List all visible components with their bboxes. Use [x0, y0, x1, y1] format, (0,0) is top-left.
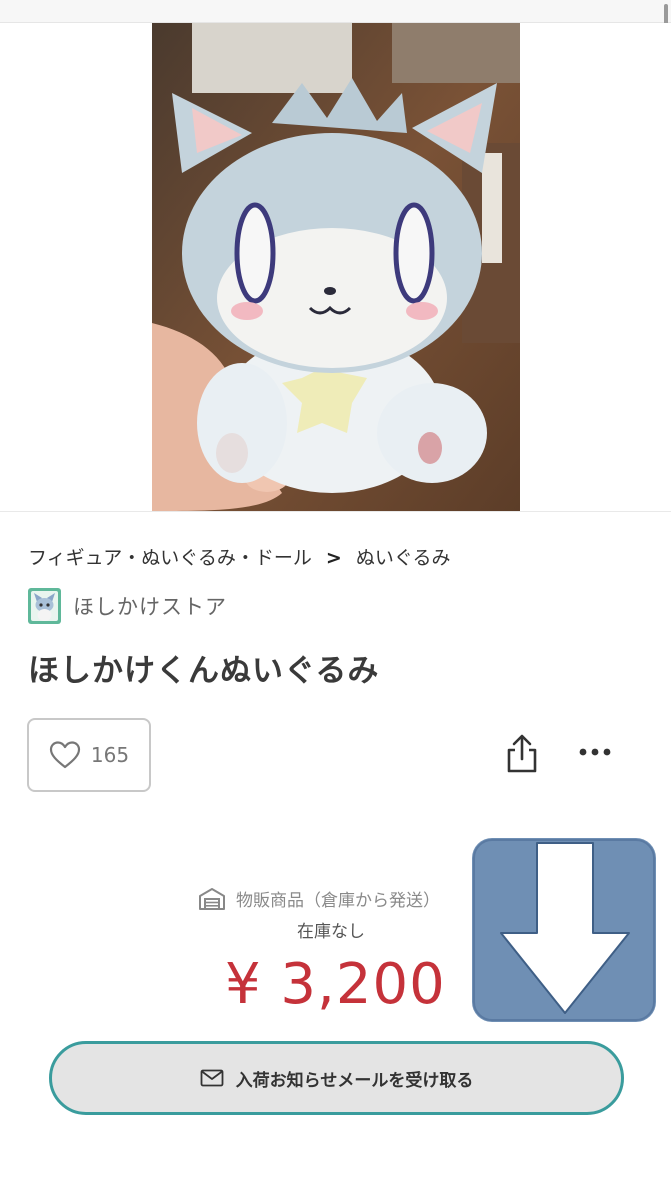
restock-notify-button[interactable]: 入荷お知らせメールを受け取る — [49, 1041, 624, 1115]
breadcrumb: フィギュア・ぬいぐるみ・ドール > ぬいぐるみ — [28, 543, 451, 570]
plush-illustration — [152, 23, 520, 511]
mail-icon — [200, 1069, 224, 1087]
warehouse-label: 物販商品（倉庫から発送） — [236, 891, 440, 911]
top-bar — [0, 0, 671, 23]
like-button[interactable]: 165 — [27, 718, 151, 792]
warehouse-info: 物販商品（倉庫から発送） — [198, 886, 440, 911]
breadcrumb-current-link[interactable]: ぬいぐるみ — [356, 547, 451, 569]
warehouse-icon — [199, 887, 225, 910]
breadcrumb-separator-icon: > — [325, 547, 342, 569]
share-icon — [507, 734, 537, 773]
like-count: 165 — [90, 743, 130, 767]
shop-name: ほしかけストア — [73, 595, 227, 619]
restock-notify-label: 入荷お知らせメールを受け取る — [235, 1070, 474, 1091]
share-button[interactable] — [502, 733, 542, 775]
shop-avatar-icon — [28, 588, 61, 624]
price: ¥ 3,200 — [225, 952, 446, 1017]
breadcrumb-parent-link[interactable]: フィギュア・ぬいぐるみ・ドール — [28, 547, 312, 569]
product-title: ほしかけくんぬいぐるみ — [28, 653, 380, 689]
more-dots-icon — [579, 748, 611, 756]
product-photo[interactable] — [152, 23, 520, 511]
more-options-button[interactable] — [575, 742, 615, 762]
down-arrow-icon — [472, 838, 656, 1022]
heart-icon — [49, 741, 81, 769]
product-image-area — [0, 23, 671, 512]
stock-status: 在庫なし — [297, 922, 365, 942]
shop-link[interactable]: ほしかけストア — [28, 588, 227, 624]
